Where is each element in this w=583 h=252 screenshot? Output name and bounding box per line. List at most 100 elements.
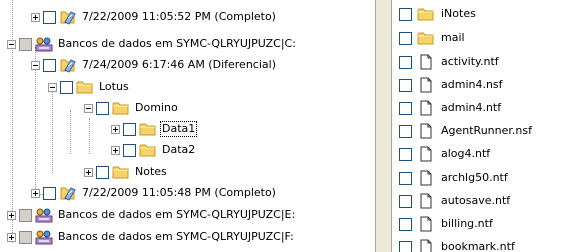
folder-icon (417, 30, 435, 46)
expand-toggle[interactable] (7, 210, 16, 220)
tree-connector-line (89, 118, 90, 154)
file-name: autosave.ntf (441, 194, 511, 207)
tree-connector-line (70, 110, 71, 154)
file-list-item[interactable]: archlg50.ntf (399, 167, 510, 189)
tree-item-label: 7/24/2009 6:17:46 AM (Diferencial) (82, 58, 276, 71)
file-name: billing.ntf (441, 217, 493, 230)
file-icon (417, 216, 435, 232)
checkbox[interactable] (43, 58, 56, 72)
tree-item-folder-notes[interactable]: Notes (84, 161, 169, 183)
checkbox[interactable] (399, 171, 412, 185)
file-list-item[interactable]: bookmark.ntf (399, 236, 517, 252)
file-icon (417, 170, 435, 186)
checkbox[interactable] (399, 147, 412, 161)
database-server-icon (35, 229, 53, 245)
checkbox[interactable] (399, 124, 412, 138)
tree-item-database-server[interactable]: Bancos de dados em SYMC-QLRYUJPUZC|E: (7, 204, 297, 226)
collapse-toggle[interactable] (31, 60, 40, 70)
file-list-item[interactable]: autosave.ntf (399, 190, 512, 212)
tree-item-label: Bancos de dados em SYMC-QLRYUJPUZC|C: (58, 37, 296, 50)
file-list-item[interactable]: iNotes (399, 3, 478, 25)
folder-icon (139, 121, 157, 137)
file-name: admin4.ntf (441, 101, 502, 114)
checkbox[interactable] (123, 143, 136, 157)
backup-set-icon (59, 185, 77, 201)
file-icon (417, 77, 435, 93)
expand-toggle[interactable] (7, 232, 16, 242)
checkbox[interactable] (399, 55, 412, 69)
tree-item-label: Lotus (99, 80, 129, 93)
checkbox[interactable] (399, 217, 412, 231)
expand-toggle[interactable] (111, 124, 120, 134)
file-icon (417, 146, 435, 162)
checkbox[interactable] (60, 80, 73, 94)
tree-connector-line (52, 89, 53, 173)
checkbox[interactable] (399, 101, 412, 115)
tree-item-label: Bancos de dados em SYMC-QLRYUJPUZC|E: (58, 208, 296, 221)
checkbox[interactable] (123, 122, 136, 136)
tree-item-folder-data1[interactable]: Data1 (111, 118, 198, 140)
tree-item-label: Notes (135, 165, 167, 178)
tree-item-label: 7/22/2009 11:05:52 PM (Completo) (82, 10, 276, 23)
checkbox[interactable] (399, 31, 412, 45)
tree-item-database-server[interactable]: Bancos de dados em SYMC-QLRYUJPUZC|F: (7, 226, 296, 248)
file-name: admin4.nsf (441, 78, 503, 91)
folder-icon (417, 6, 435, 22)
expand-toggle[interactable] (31, 12, 40, 22)
tree-item-folder-lotus[interactable]: Lotus (48, 76, 131, 98)
checkbox[interactable] (43, 186, 56, 200)
expand-toggle[interactable] (111, 145, 120, 155)
file-name: activity.ntf (441, 55, 499, 68)
checkbox[interactable] (399, 240, 412, 252)
folder-icon (76, 79, 94, 95)
pane-splitter[interactable] (375, 0, 392, 252)
tree-item-backup-set[interactable]: 7/22/2009 11:05:52 PM (Completo) (31, 6, 278, 28)
file-list-pane[interactable]: iNotes mail activity.ntf admin4.nsf admi… (392, 0, 583, 252)
tree-item-folder-data2[interactable]: Data2 (111, 139, 197, 161)
file-list-item[interactable]: alog4.ntf (399, 143, 492, 165)
checkbox[interactable] (399, 194, 412, 208)
file-icon (417, 123, 435, 139)
tree-item-label: Domino (135, 101, 178, 114)
collapse-toggle[interactable] (7, 39, 16, 49)
backup-set-icon (59, 9, 77, 25)
file-list-item[interactable]: mail (399, 27, 467, 49)
tree-item-database-server[interactable]: Bancos de dados em SYMC-QLRYUJPUZC|C: (7, 33, 298, 55)
collapse-toggle[interactable] (48, 82, 57, 92)
checkbox[interactable] (19, 37, 32, 51)
file-name: alog4.ntf (441, 147, 491, 160)
checkbox[interactable] (96, 165, 109, 179)
file-name: archlg50.ntf (441, 171, 508, 184)
tree-item-label: Bancos de dados em SYMC-QLRYUJPUZC|F: (58, 230, 294, 243)
tree-item-label: Data2 (162, 143, 196, 156)
expand-toggle[interactable] (31, 188, 40, 198)
tree-item-label: 7/22/2009 11:05:48 PM (Completo) (82, 186, 276, 199)
checkbox[interactable] (19, 230, 32, 244)
checkbox[interactable] (96, 101, 109, 115)
tree-item-backup-set[interactable]: 7/24/2009 6:17:46 AM (Diferencial) (31, 54, 278, 76)
folder-icon (112, 100, 130, 116)
checkbox[interactable] (19, 208, 32, 222)
folder-icon (112, 164, 130, 180)
database-server-icon (35, 36, 53, 52)
file-list-item[interactable]: admin4.ntf (399, 97, 503, 119)
checkbox[interactable] (43, 10, 56, 24)
tree-item-backup-set[interactable]: 7/22/2009 11:05:48 PM (Completo) (31, 182, 278, 204)
file-icon (417, 100, 435, 116)
collapse-toggle[interactable] (84, 103, 93, 113)
backup-set-icon (59, 57, 77, 73)
file-list-item[interactable]: billing.ntf (399, 213, 495, 235)
file-name: iNotes (441, 7, 476, 20)
file-name: mail (441, 31, 465, 44)
checkbox[interactable] (399, 78, 412, 92)
expand-toggle[interactable] (84, 167, 93, 177)
file-list-item[interactable]: activity.ntf (399, 51, 501, 73)
checkbox[interactable] (399, 7, 412, 21)
tree-item-folder-domino[interactable]: Domino (84, 97, 180, 119)
tree-item-label-selected: Data1 (160, 121, 198, 137)
folder-icon (139, 142, 157, 158)
file-list-item[interactable]: admin4.nsf (399, 74, 505, 96)
file-list-item[interactable]: AgentRunner.nsf (399, 120, 534, 142)
backup-tree-pane[interactable]: 7/22/2009 11:05:52 PM (Completo) Bancos … (0, 0, 375, 252)
file-icon (417, 239, 435, 252)
